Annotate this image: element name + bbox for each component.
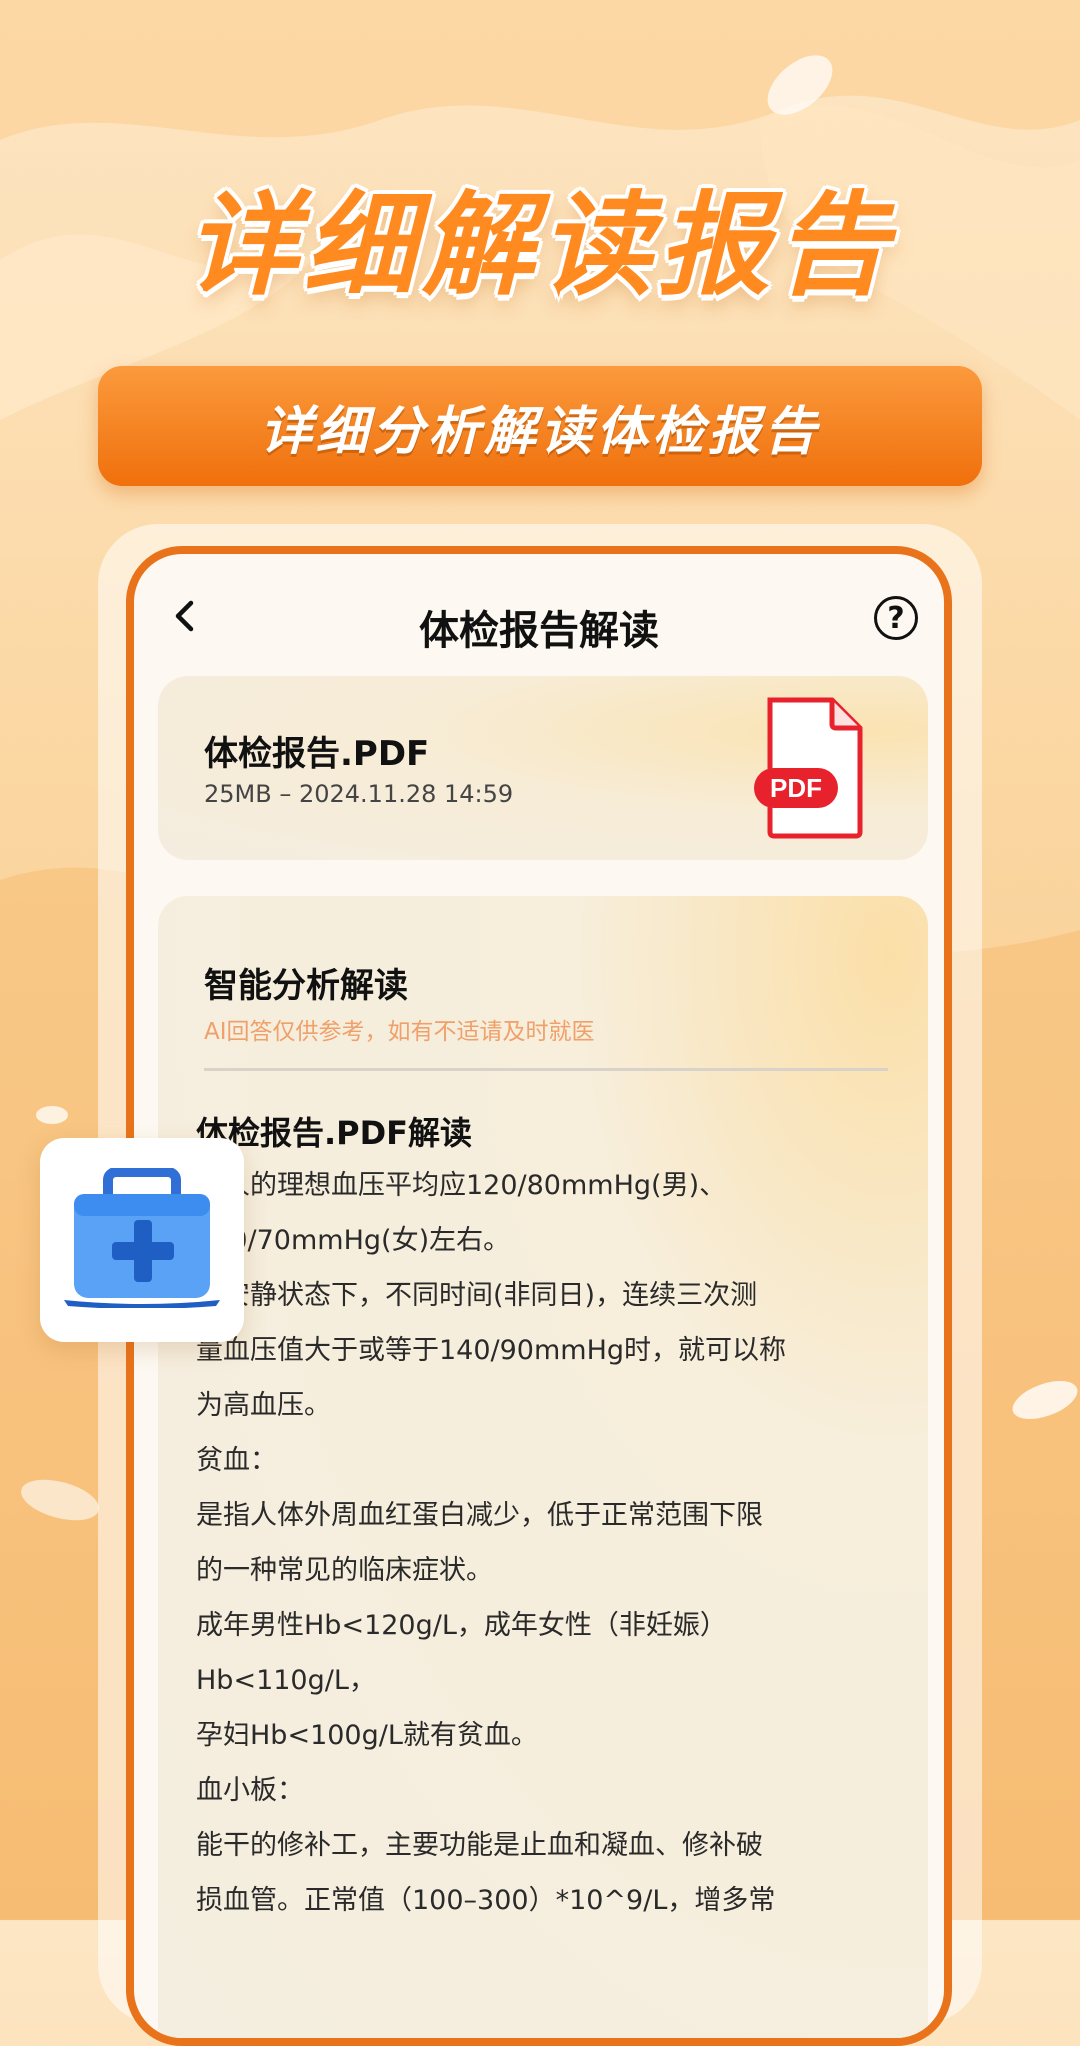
divider [204, 1068, 888, 1071]
report-line: 血小板： [196, 1775, 304, 1806]
file-meta: 25MB – 2024.11.28 14:59 [204, 780, 514, 808]
report-line: 成年男性Hb<120g/L，成年女性（非妊娠） [196, 1610, 727, 1641]
report-line: 在安静状态下，不同时间(非同日)，连续三次测 [196, 1280, 758, 1311]
pdf-icon-label: PDF [770, 773, 822, 803]
report-line: Hb<110g/L， [196, 1665, 376, 1696]
report-line: 110/70mmHg(女)左右。 [196, 1225, 511, 1256]
medical-kit-icon [64, 1168, 220, 1308]
analysis-title: 智能分析解读 [204, 966, 408, 1006]
analysis-card: 智能分析解读 AI回答仅供参考，如有不适请及时就医 体检报告.PDF解读 成人的… [158, 896, 928, 2038]
report-line: 贫血： [196, 1445, 277, 1476]
report-line: 是指人体外周血红蛋白减少，低于正常范围下限 [196, 1500, 763, 1531]
report-line: 成人的理想血压平均应120/80mmHg(男)、 [196, 1170, 727, 1201]
file-card[interactable]: 体检报告.PDF 25MB – 2024.11.28 14:59 PDF [158, 676, 928, 860]
nav-bar: 体检报告解读 ? [134, 554, 944, 674]
hero-title: 详细解读报告 [186, 181, 894, 311]
report-body: 成人的理想血压平均应120/80mmHg(男)、 110/70mmHg(女)左右… [196, 1158, 906, 1928]
phone-mockup: 体检报告解读 ? 体检报告.PDF 25MB – 2024.11.28 14:5… [126, 546, 952, 2046]
page-title: 体检报告解读 [419, 608, 659, 654]
report-line: 量血压值大于或等于140/90mmHg时，就可以称 [196, 1335, 787, 1366]
help-button[interactable]: ? [874, 596, 918, 640]
report-line: 孕妇Hb<100g/L就有贫血。 [196, 1720, 538, 1751]
question-circle-icon: ? [887, 600, 905, 636]
file-name: 体检报告.PDF [204, 734, 430, 774]
pdf-file-icon: PDF [754, 697, 863, 839]
ai-disclaimer: AI回答仅供参考，如有不适请及时就医 [204, 1019, 595, 1045]
medical-kit-tile [40, 1138, 244, 1342]
subtitle-text: 详细分析解读体检报告 [259, 401, 820, 462]
report-line: 能干的修补工，主要功能是止血和凝血、修补破 [196, 1830, 763, 1861]
report-line: 的一种常见的临床症状。 [196, 1555, 493, 1586]
report-line: 为高血压。 [196, 1390, 331, 1421]
subtitle-banner: 详细分析解读体检报告 [98, 366, 982, 486]
